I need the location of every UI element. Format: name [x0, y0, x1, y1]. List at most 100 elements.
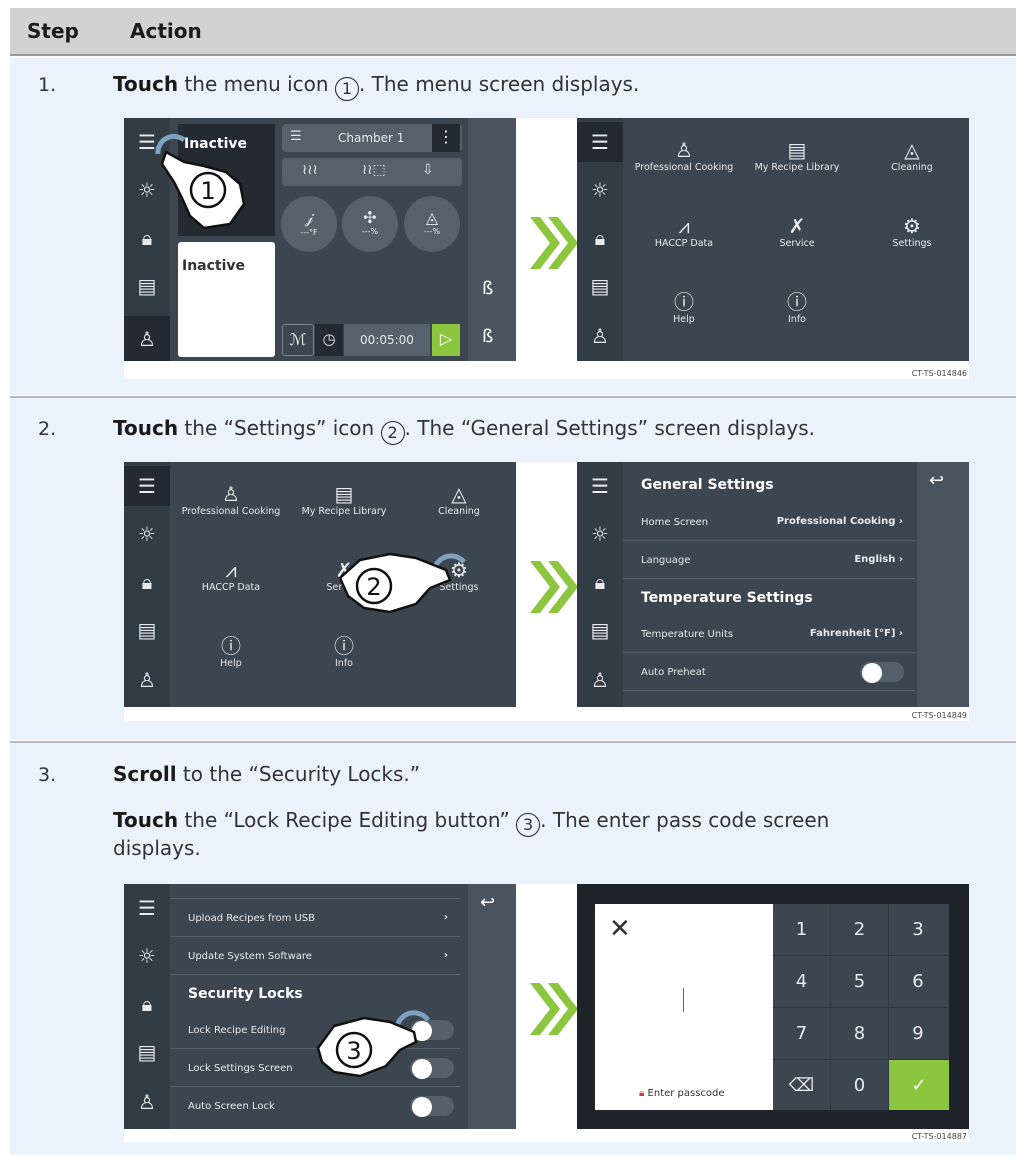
timer-display[interactable]: 00:05:00 — [344, 324, 430, 356]
chef-icon: ♙ — [675, 138, 693, 162]
step-number: 2. — [38, 418, 57, 440]
menu-tile-help[interactable]: ⓘ Help — [629, 290, 739, 325]
lock-icon[interactable]: 🔒︎ — [124, 984, 170, 1024]
menu-tile-professional-cooking[interactable]: ♙ Professional Cooking — [176, 482, 286, 517]
dry-heat-icon[interactable]: ⇩ — [422, 162, 434, 178]
key-2[interactable]: 2 — [831, 904, 889, 956]
clock-icon[interactable]: ◷ — [315, 324, 343, 356]
key-1[interactable]: 1 — [773, 904, 831, 956]
filter-icon[interactable]: ☰ — [290, 129, 302, 144]
menu-tile-info[interactable]: ⓘ Info — [742, 290, 852, 325]
setting-label: Lock Settings Screen — [188, 1063, 293, 1074]
mode-bar[interactable]: ≀≀≀ ≀≀⬚ ⇩ — [282, 158, 462, 186]
menu-screen: ☰ ☼ 🔒︎ ▤ ♙ ♙ Professional Cooking ▤ My Rec… — [577, 118, 969, 361]
recipe-icon: ▤ — [787, 138, 807, 162]
lock-icon[interactable]: 🔒︎ — [577, 562, 623, 602]
action-column-header: Action — [130, 19, 202, 43]
step-number: 1. — [38, 74, 57, 96]
side-rail: ☰ ☼ 🔒︎ ▤ ♙ — [124, 462, 170, 707]
svg-text:1: 1 — [200, 177, 215, 205]
key-5[interactable]: 5 — [831, 956, 889, 1008]
start-button[interactable]: ▷ — [432, 324, 460, 356]
setting-row-language[interactable]: Language English › — [623, 542, 915, 579]
inactive-card[interactable]: Inactive — [178, 242, 275, 357]
recipe-icon[interactable]: ▤ — [577, 610, 623, 650]
menu-tile-settings[interactable]: ⚙ Settings — [857, 214, 967, 249]
key-3[interactable]: 3 — [889, 904, 947, 956]
setting-row-update-software[interactable]: Update System Software › — [170, 938, 460, 975]
menu-tile-recipe-library[interactable]: ▤ My Recipe Library — [742, 138, 852, 173]
setting-row-home-screen[interactable]: Home Screen Professional Cooking › — [623, 504, 915, 541]
menu-tile-cleaning[interactable]: ◬ Cleaning — [404, 482, 514, 517]
figure-code: CT-TS-014849 — [911, 711, 967, 720]
tile-label: Info — [788, 314, 806, 325]
instruction-text: the menu icon — [178, 72, 335, 96]
menu-tile-service[interactable]: ✗Service — [742, 214, 852, 249]
double-chevron-icon — [530, 217, 578, 269]
menu-icon[interactable]: ☰ — [577, 122, 623, 162]
setting-value-text: English — [854, 554, 896, 565]
lock-icon[interactable]: 🔒︎ — [124, 562, 170, 602]
brightness-icon[interactable]: ☼ — [124, 514, 170, 554]
brightness-icon[interactable]: ☼ — [577, 170, 623, 210]
menu-tile-cleaning[interactable]: ◬ Cleaning — [857, 138, 967, 173]
step-instruction: Touch the “Settings” icon 2. The “Genera… — [113, 416, 815, 445]
menu-icon[interactable]: ☰ — [577, 466, 623, 506]
key-8[interactable]: 8 — [831, 1008, 889, 1060]
chef-icon[interactable]: ♙ — [577, 660, 623, 700]
chef-icon[interactable]: ♙ — [124, 660, 170, 700]
auto-lock-toggle[interactable] — [410, 1096, 454, 1117]
chef-icon[interactable]: ♙ — [124, 316, 170, 361]
recipe-icon[interactable]: ▤ — [577, 266, 623, 306]
probe-out-icon[interactable]: ß — [482, 326, 493, 347]
lock-icon[interactable]: 🔒︎ — [577, 218, 623, 258]
menu-tile-professional-cooking[interactable]: ♙ Professional Cooking — [629, 138, 739, 173]
setting-row-upload-usb[interactable]: Upload Recipes from USB › — [170, 900, 460, 937]
brightness-icon[interactable]: ☼ — [577, 514, 623, 554]
instruction-text: the “Settings” icon — [178, 416, 381, 440]
menu-icon[interactable]: ☰ — [124, 466, 170, 506]
step-column-header: Step — [27, 19, 79, 43]
probe-core-icon[interactable]: ß — [482, 278, 493, 299]
menu-tile-recipe-library[interactable]: ▤ My Recipe Library — [289, 482, 399, 517]
svg-text:2: 2 — [366, 573, 381, 601]
chef-icon[interactable]: ♙ — [124, 1082, 170, 1122]
key-0[interactable]: 0 — [831, 1060, 889, 1110]
steam-icon[interactable]: ≀≀≀ — [302, 162, 318, 178]
chef-icon[interactable]: ♙ — [577, 316, 623, 356]
humidity-dial[interactable]: ◬ ---% — [404, 196, 460, 252]
key-4[interactable]: 4 — [773, 956, 831, 1008]
auto-preheat-toggle[interactable] — [860, 662, 904, 683]
menu-tile-haccp[interactable]: ⩘ HACCP Data — [629, 214, 739, 249]
menu-tile-haccp[interactable]: ⩘ HACCP Data — [176, 558, 286, 593]
figure-step-2: ☰ ☼ 🔒︎ ▤ ♙ ♙ Professional Cooking ▤ My Rec… — [124, 462, 969, 721]
tile-label: Professional Cooking — [634, 162, 734, 173]
passcode-prompt[interactable]: 🔒︎ Enter passcode — [639, 1088, 725, 1099]
recipe-icon[interactable]: ▤ — [124, 266, 170, 306]
fan-dial[interactable]: ✣ ---% — [342, 196, 398, 252]
key-7[interactable]: 7 — [773, 1008, 831, 1060]
brightness-icon[interactable]: ☼ — [124, 936, 170, 976]
backspace-icon[interactable]: ⌫ — [773, 1060, 831, 1110]
setting-label: Upload Recipes from USB — [188, 913, 316, 924]
menu-tile-help[interactable]: ⓘ Help — [176, 634, 286, 669]
menu-tile-info[interactable]: ⓘ Info — [289, 634, 399, 669]
setting-row-temperature-units[interactable]: Temperature Units Fahrenheit [°F] › — [623, 616, 915, 653]
key-6[interactable]: 6 — [889, 956, 947, 1008]
curve-icon[interactable]: ℳ — [282, 324, 314, 356]
key-9[interactable]: 9 — [889, 1008, 947, 1060]
temp-dial[interactable]: 𝒿 ---°F — [281, 196, 337, 252]
back-icon[interactable]: ↩ — [480, 892, 495, 913]
confirm-check-icon[interactable]: ✓ — [889, 1060, 949, 1110]
recipe-icon[interactable]: ▤ — [124, 610, 170, 650]
setting-label: Home Screen — [641, 517, 709, 528]
more-icon[interactable]: ⋮ — [432, 124, 460, 152]
action-verb: Touch — [113, 808, 179, 832]
close-icon[interactable]: ✕ — [609, 914, 631, 944]
menu-icon[interactable]: ☰ — [124, 888, 170, 928]
back-icon[interactable]: ↩ — [929, 470, 944, 491]
setting-label: Language — [641, 555, 691, 566]
combi-icon[interactable]: ≀≀⬚ — [362, 162, 386, 178]
recipe-icon[interactable]: ▤ — [124, 1032, 170, 1072]
step-instruction: Touch the menu icon 1. The menu screen d… — [113, 72, 639, 101]
